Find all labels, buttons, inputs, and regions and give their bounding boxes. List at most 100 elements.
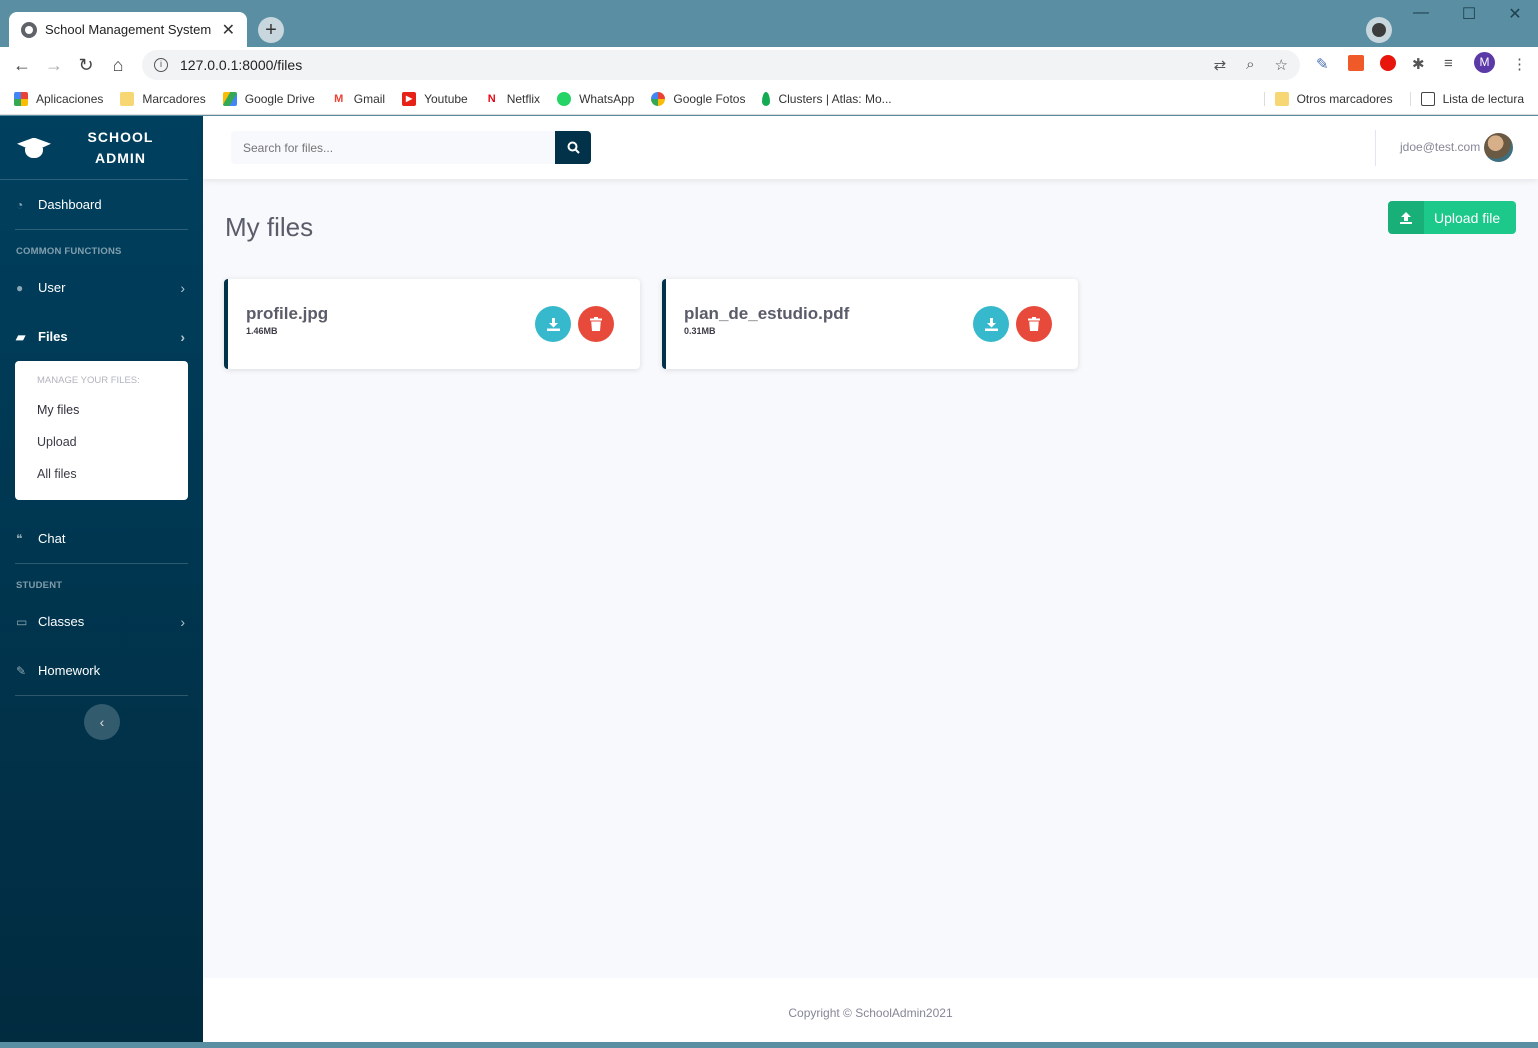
bookmark-label: Google Fotos [673,91,746,106]
back-button[interactable]: ← [6,55,38,76]
youtube-icon: ▶ [402,91,417,106]
bookmark-otros[interactable]: Otros marcadores [1263,91,1393,106]
sidebar-heading-student: STUDENT [16,580,63,591]
search-button[interactable] [555,131,591,164]
trash-icon [1028,317,1040,331]
brand-name: SCHOOL ADMIN [87,128,154,166]
bookmark-google-fotos[interactable]: Google Fotos [651,91,746,106]
bookmark-label: Lista de lectura [1442,91,1524,106]
folder-icon [1274,91,1289,106]
sidebar-item-chat[interactable]: ❝ Chat [0,514,203,563]
bookmark-youtube[interactable]: ▶ Youtube [402,91,468,106]
pen-extension-icon[interactable]: ✎ [1316,55,1329,73]
globe-icon [21,21,37,38]
files-submenu: MANAGE YOUR FILES: My files Upload All f… [15,361,188,500]
address-bar[interactable]: i 127.0.0.1:8000/files ⇄ ⌕ ☆ [142,50,1300,80]
reload-button[interactable]: ↻ [70,55,102,76]
sidebar-item-files[interactable]: ▰ Files › [0,312,203,361]
tachometer-icon: ◔ [16,197,24,212]
drive-icon [222,91,237,106]
file-size: 0.31MB [684,326,716,336]
bookmark-clusters[interactable]: Clusters | Atlas: Mo... [762,91,892,106]
chevron-right-icon: › [180,613,185,630]
translate-icon[interactable]: ⇄ [1214,56,1227,74]
file-size: 1.46MB [246,326,278,336]
user-avatar[interactable] [1484,133,1513,162]
sidebar-item-classes[interactable]: ▭ Classes › [0,597,203,646]
comments-icon: ❝ [16,531,23,546]
upload-file-button[interactable]: Upload file [1388,201,1516,234]
close-tab-icon[interactable]: ✕ [222,20,235,40]
bookmark-apps[interactable]: Aplicaciones [14,91,104,106]
delete-button[interactable] [578,306,614,342]
sidebar-item-homework[interactable]: ✎ Homework [0,646,203,695]
edit-icon: ✎ [16,663,27,678]
submenu-item-all-files[interactable]: All files [15,458,188,490]
apps-grid-icon [14,91,28,106]
delete-button[interactable] [1016,306,1052,342]
bookmark-marcadores[interactable]: Marcadores [120,91,206,106]
footer: Copyright © SchoolAdmin2021 [203,978,1538,1042]
puzzle-icon[interactable]: ✱ [1412,55,1425,73]
download-button[interactable] [535,306,571,342]
reading-list-icon[interactable]: ≡ [1444,55,1453,72]
sidebar-divider [15,695,188,696]
new-tab-button[interactable]: + [258,17,284,43]
star-icon[interactable]: ☆ [1275,56,1288,74]
sidebar: SCHOOL ADMIN ◔ Dashboard COMMON FUNCTION… [0,116,203,1042]
tab-search-button[interactable] [1366,17,1392,43]
topbar: jdoe@test.com [203,116,1538,179]
user-email[interactable]: jdoe@test.com [1400,140,1480,154]
sidebar-toggle-button[interactable]: ‹ [84,704,120,740]
photos-icon [651,91,666,106]
sidebar-item-dashboard[interactable]: ◔ Dashboard [0,180,203,229]
sidebar-heading-common: COMMON FUNCTIONS [16,246,122,257]
content-wrapper: jdoe@test.com My files Upload file profi… [203,116,1538,1042]
netflix-icon: N [484,91,499,106]
bookmark-label: Marcadores [142,91,206,106]
menu-icon[interactable]: ⋮ [1512,55,1527,73]
sidebar-item-label: User [38,280,66,295]
file-card: profile.jpg 1.46MB [224,279,640,369]
bookmark-label: Aplicaciones [36,91,104,106]
browser-tab[interactable]: School Management System ✕ [9,12,247,47]
forward-button[interactable]: → [38,55,70,76]
page-title: My files [225,212,314,242]
bookmark-label: Gmail [353,91,386,106]
profile-avatar[interactable]: M [1474,52,1495,73]
chevron-right-icon: › [180,279,185,296]
upload-icon [1388,201,1424,234]
folder-open-icon: ▰ [16,329,26,344]
bookmark-whatsapp[interactable]: WhatsApp [557,91,634,106]
sidebar-brand[interactable]: SCHOOL ADMIN [0,116,188,180]
submenu-item-my-files[interactable]: My files [15,394,188,426]
zoom-icon[interactable]: ⌕ [1246,56,1254,74]
submenu-item-upload[interactable]: Upload [15,426,188,458]
sidebar-item-label: Homework [38,663,101,678]
sidebar-item-label: Classes [38,614,85,629]
extension-orange-icon[interactable] [1348,55,1364,71]
sidebar-item-user[interactable]: ● User › [0,263,203,312]
user-circle-icon: ● [16,280,24,295]
sidebar-item-label: Files [38,329,68,344]
topbar-divider [1375,130,1376,166]
gmail-icon: M [331,91,346,106]
home-button[interactable]: ⌂ [102,55,134,76]
upload-file-label: Upload file [1434,209,1501,226]
bookmark-gmail[interactable]: M Gmail [331,91,386,106]
minimize-button[interactable]: — [1398,4,1444,22]
adblock-icon[interactable] [1380,55,1396,71]
bookmark-netflix[interactable]: N Netflix [484,91,540,106]
bookmark-google-drive[interactable]: Google Drive [222,91,315,106]
chalkboard-teacher-icon: ▭ [16,614,28,629]
graduation-cap-icon [15,136,53,160]
download-icon [984,317,998,331]
reading-list[interactable]: Lista de lectura [1409,91,1524,106]
close-window-button[interactable]: ✕ [1492,4,1538,24]
info-icon[interactable]: i [154,58,168,72]
download-button[interactable] [973,306,1009,342]
bookmark-label: Google Drive [244,91,315,106]
bookmark-label: Otros marcadores [1296,91,1393,106]
maximize-button[interactable]: ☐ [1446,4,1492,24]
search-input[interactable] [231,131,555,164]
